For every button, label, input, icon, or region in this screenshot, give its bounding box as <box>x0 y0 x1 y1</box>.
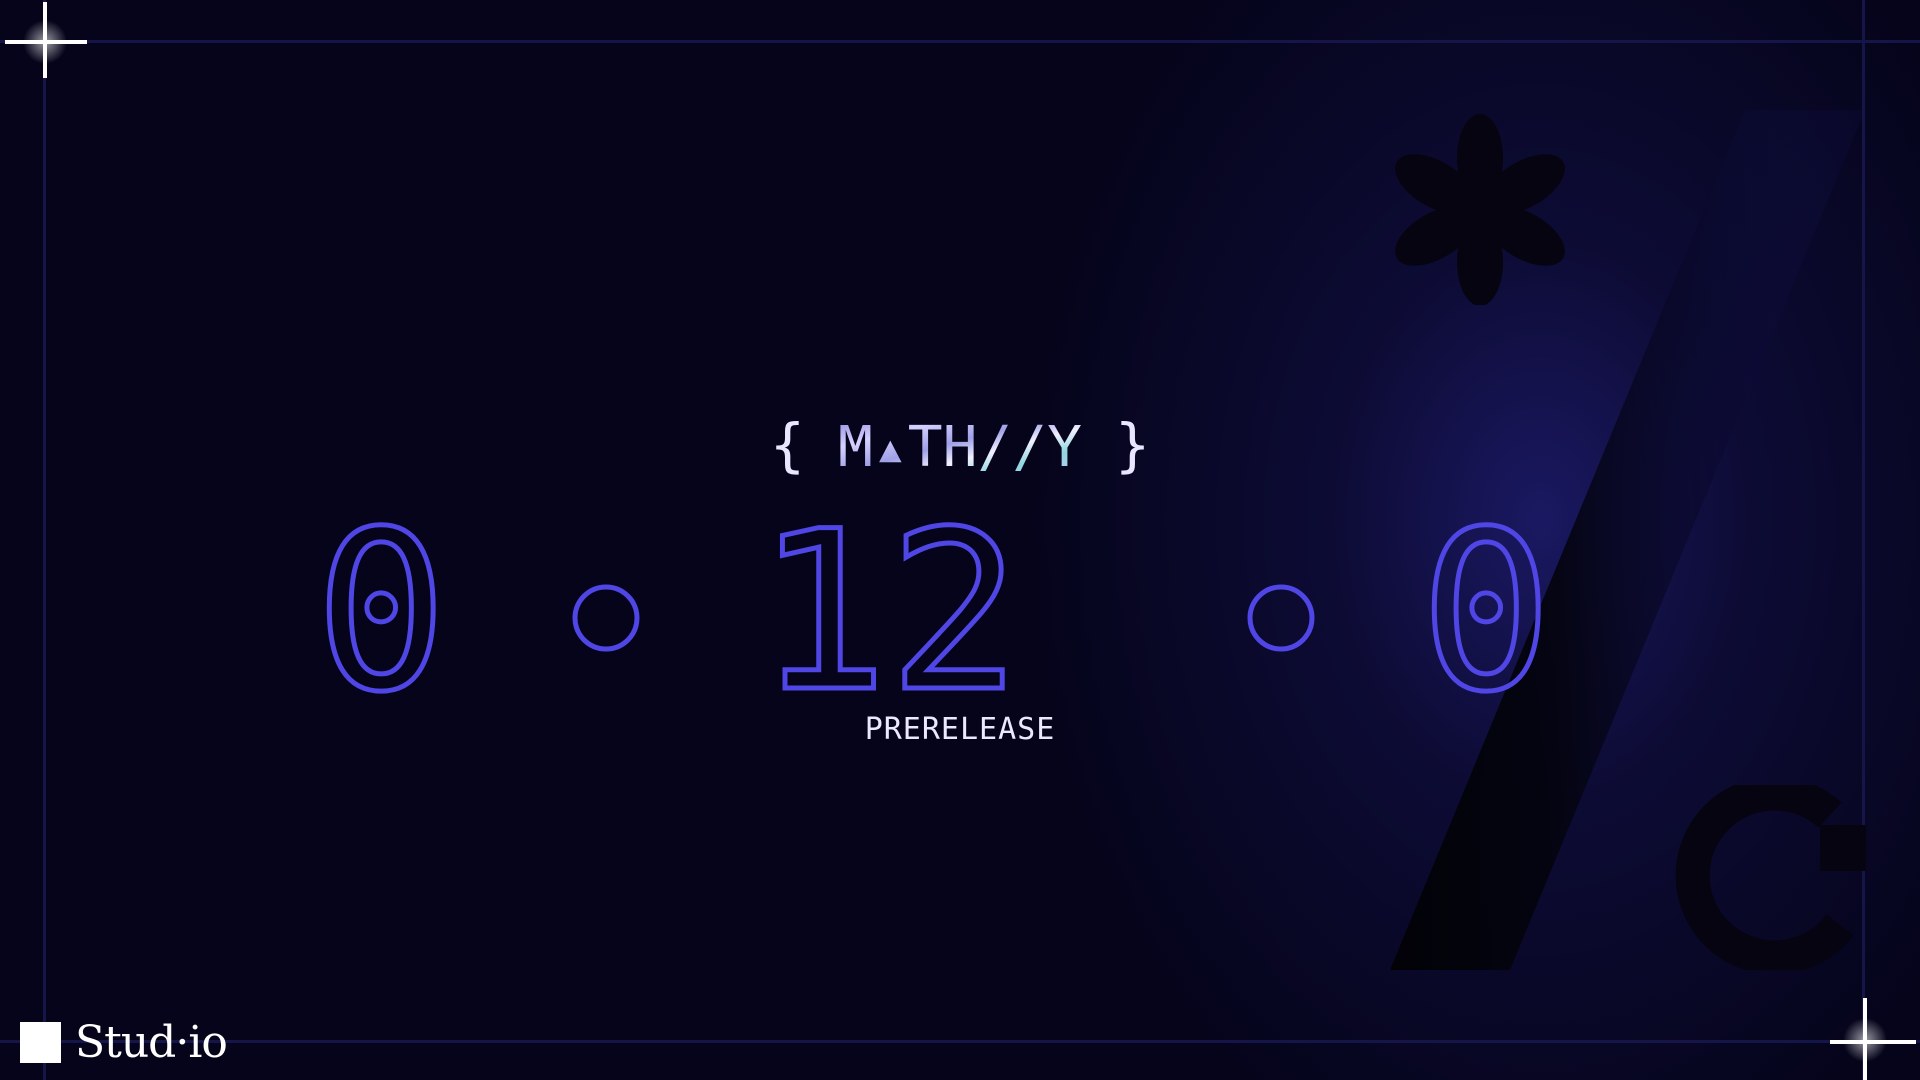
version-major: 0 <box>315 510 447 700</box>
studio-logo-icon <box>20 1021 61 1063</box>
release-channel-label: PRERELEASE <box>864 712 1056 747</box>
frame-line-top <box>0 40 1920 43</box>
version-number: 0 12 0 <box>313 510 1555 700</box>
studio-name: Stud·io <box>75 1016 228 1068</box>
version-patch: 0 <box>1420 510 1552 700</box>
sparkle-icon <box>5 2 87 78</box>
wordmark-text: M▴TH//Y <box>838 415 1082 480</box>
frame-line-bottom <box>0 1040 1920 1043</box>
ring-decoration <box>1675 785 1866 970</box>
version-dot <box>572 584 640 652</box>
version-minor: 12 <box>756 510 1021 700</box>
release-banner: { M▴TH//Y } 0 12 0 PRERELEASE Stud·io <box>0 0 1920 1080</box>
version-dot <box>1247 584 1315 652</box>
asterisk-decoration <box>1395 114 1565 305</box>
sparkle-icon <box>1830 998 1916 1080</box>
logo-brace-left: { <box>770 411 805 479</box>
frame-line-left <box>43 0 46 1080</box>
mathy-logo: { M▴TH//Y } <box>770 410 1150 480</box>
studio-brand: Stud·io <box>20 1012 228 1072</box>
mathy-wordmark: M▴TH//Y <box>838 415 1082 480</box>
logo-brace-right: } <box>1115 411 1150 479</box>
